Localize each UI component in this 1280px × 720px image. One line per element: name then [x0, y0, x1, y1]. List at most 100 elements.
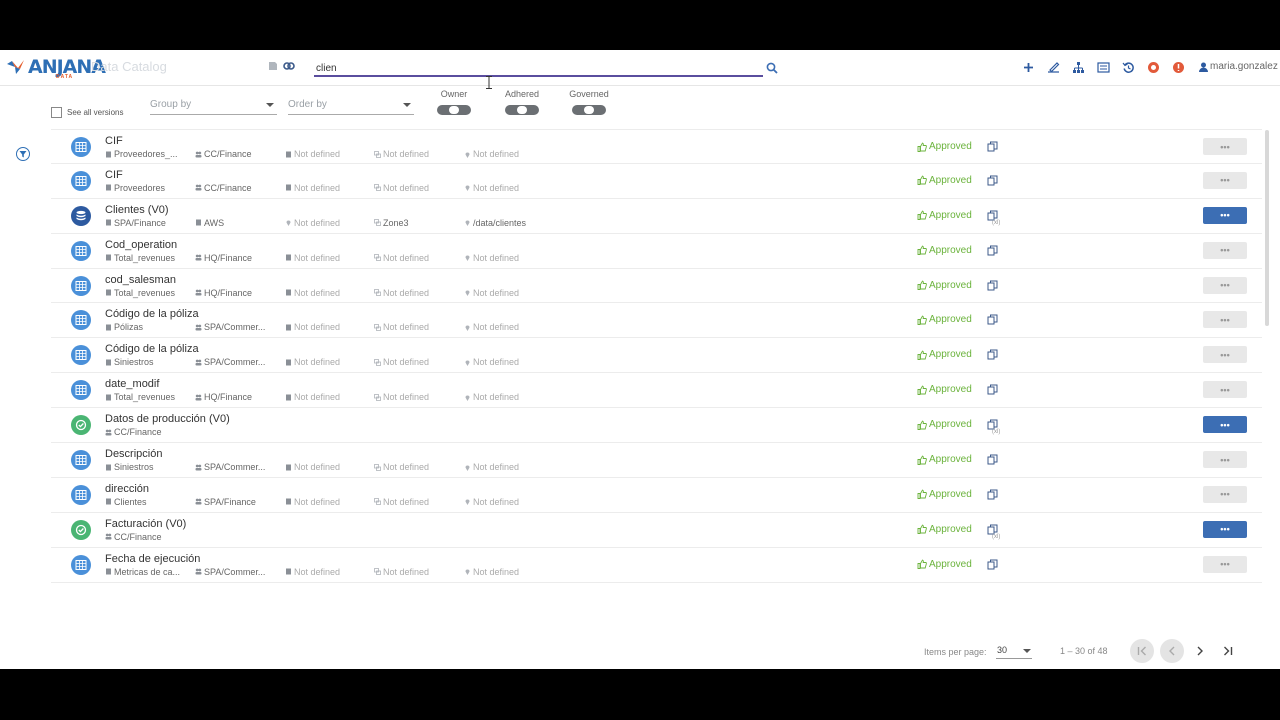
asset-path: Not defined: [464, 183, 519, 193]
edit-lineage-button[interactable]: [1046, 60, 1060, 74]
asset-owner: SPA/Finance: [195, 497, 256, 507]
asset-name[interactable]: Código de la póliza: [105, 343, 199, 355]
chevron-left-icon: [1169, 646, 1175, 656]
more-actions-button[interactable]: •••: [1203, 381, 1247, 399]
catalog-icon[interactable]: [267, 60, 279, 72]
list-item[interactable]: dirección Clientes SPA/Finance Not defined N…: [51, 478, 1262, 513]
copy-button[interactable]: [987, 278, 1001, 292]
asset-name[interactable]: Fecha de ejecución: [105, 553, 200, 565]
list-item[interactable]: CIF Proveedores_... CC/Finance Not defined N…: [51, 129, 1262, 164]
copy-button[interactable]: [987, 557, 1001, 571]
more-actions-button[interactable]: •••: [1203, 416, 1247, 434]
filter-panel-button[interactable]: [16, 147, 30, 161]
document-icon: [286, 568, 291, 575]
asset-name[interactable]: CIF: [105, 169, 123, 181]
governed-toggle[interactable]: [572, 105, 606, 115]
adhered-toggle[interactable]: [505, 105, 539, 115]
asset-name[interactable]: date_modif: [105, 378, 159, 390]
copy-button[interactable]: (xl): [987, 417, 1001, 435]
location-pin-icon: [465, 325, 470, 331]
first-page-button[interactable]: [1130, 639, 1154, 663]
table-grid-icon: [75, 455, 87, 466]
asset-path: /data/clientes: [464, 218, 526, 228]
thumbs-up-icon: [917, 141, 927, 152]
prev-page-button[interactable]: [1160, 639, 1184, 663]
add-button[interactable]: [1021, 60, 1035, 74]
copy-button[interactable]: [987, 173, 1001, 187]
notifications-icon: [1147, 61, 1159, 73]
more-actions-button[interactable]: •••: [1203, 171, 1247, 189]
asset-name[interactable]: Clientes (V0): [105, 204, 169, 216]
asset-attribute: Not defined: [285, 392, 340, 402]
asset-name[interactable]: cod_salesman: [105, 274, 176, 286]
list-view-button[interactable]: [1096, 60, 1110, 74]
more-actions-button[interactable]: •••: [1203, 206, 1247, 224]
asset-type-icon: [71, 275, 91, 296]
more-actions-button[interactable]: •••: [1203, 276, 1247, 294]
asset-owner: SPA/Commer...: [195, 462, 265, 472]
asset-name[interactable]: Datos de producción (V0): [105, 413, 230, 425]
search-icon[interactable]: [766, 62, 778, 74]
list-item[interactable]: Código de la póliza Pólizas SPA/Commer... N…: [51, 303, 1262, 339]
asset-name[interactable]: Descripción: [105, 448, 162, 460]
next-page-button[interactable]: [1188, 639, 1212, 663]
alerts-button[interactable]: [1171, 60, 1185, 74]
copy-button[interactable]: [987, 347, 1001, 361]
results-scrollbar[interactable]: [1265, 130, 1269, 326]
group-by-select[interactable]: Group by: [150, 99, 277, 115]
list-item[interactable]: date_modif Total_revenues HQ/Finance Not de…: [51, 373, 1262, 409]
copy-button[interactable]: [987, 487, 1001, 501]
list-item[interactable]: CIF Proveedores CC/Finance Not defined Not d…: [51, 164, 1262, 199]
copy-button[interactable]: [987, 452, 1001, 466]
asset-path: Not defined: [464, 357, 519, 367]
more-actions-button[interactable]: •••: [1203, 346, 1247, 364]
more-actions-button[interactable]: •••: [1203, 520, 1247, 538]
copy-button[interactable]: (xl): [987, 208, 1001, 226]
location-pin-icon: [465, 152, 470, 158]
items-per-page-select[interactable]: 30: [996, 645, 1032, 659]
more-actions-button[interactable]: •••: [1203, 311, 1247, 329]
asset-name[interactable]: CIF: [105, 135, 123, 147]
list-item[interactable]: Facturación (V0) CC/Finance Approved (xl) ••…: [51, 513, 1262, 548]
status-badge: Approved: [917, 559, 972, 570]
asset-name[interactable]: Facturación (V0): [105, 518, 186, 530]
list-item[interactable]: cod_salesman Total_revenues HQ/Finance Not …: [51, 269, 1262, 304]
asset-name[interactable]: Código de la póliza: [105, 308, 199, 320]
list-item[interactable]: Código de la póliza Siniestros SPA/Commer.…: [51, 338, 1262, 374]
page-range: 1 – 30 of 48: [1060, 646, 1108, 656]
thumbs-up-icon: [917, 524, 927, 535]
more-actions-button[interactable]: •••: [1203, 485, 1247, 503]
copy-button[interactable]: [987, 139, 1001, 153]
more-actions-button[interactable]: •••: [1203, 241, 1247, 259]
hierarchy-button[interactable]: [1071, 60, 1085, 74]
list-item[interactable]: Fecha de ejecución Metricas de ca... SPA/C…: [51, 548, 1262, 583]
user-menu[interactable]: maria.gonzalez: [1199, 61, 1278, 72]
list-item[interactable]: Cod_operation Total_revenues HQ/Finance Not…: [51, 234, 1262, 269]
copy-button[interactable]: [987, 243, 1001, 257]
more-actions-button[interactable]: •••: [1203, 138, 1247, 155]
table-grid-icon: [75, 315, 87, 326]
see-all-versions-checkbox[interactable]: [51, 107, 62, 118]
zone-icon: [374, 568, 381, 576]
history-button[interactable]: [1121, 60, 1135, 74]
asset-name[interactable]: dirección: [105, 483, 149, 495]
copy-button[interactable]: [987, 382, 1001, 396]
more-actions-button[interactable]: •••: [1203, 555, 1247, 573]
filter-icon: [19, 151, 27, 158]
see-all-versions[interactable]: See all versions: [51, 107, 123, 118]
list-item[interactable]: Clientes (V0) SPA/Finance AWS Not defined Zo…: [51, 199, 1262, 234]
last-page-button[interactable]: [1216, 639, 1240, 663]
copy-button[interactable]: [987, 312, 1001, 326]
search-field[interactable]: [314, 58, 763, 77]
list-item[interactable]: Descripción Siniestros SPA/Commer... Not de…: [51, 443, 1262, 478]
notifications-button[interactable]: [1146, 60, 1160, 74]
asset-name[interactable]: Cod_operation: [105, 239, 177, 251]
search-input[interactable]: [314, 60, 763, 77]
copy-button[interactable]: (xl): [987, 522, 1001, 540]
list-item[interactable]: Datos de producción (V0) CC/Finance Approv…: [51, 408, 1262, 444]
link-icon[interactable]: [283, 60, 295, 72]
owner-toggle[interactable]: [437, 105, 471, 115]
more-actions-button[interactable]: •••: [1203, 451, 1247, 469]
status-badge: Approved: [917, 524, 972, 535]
order-by-select[interactable]: Order by: [288, 99, 414, 115]
